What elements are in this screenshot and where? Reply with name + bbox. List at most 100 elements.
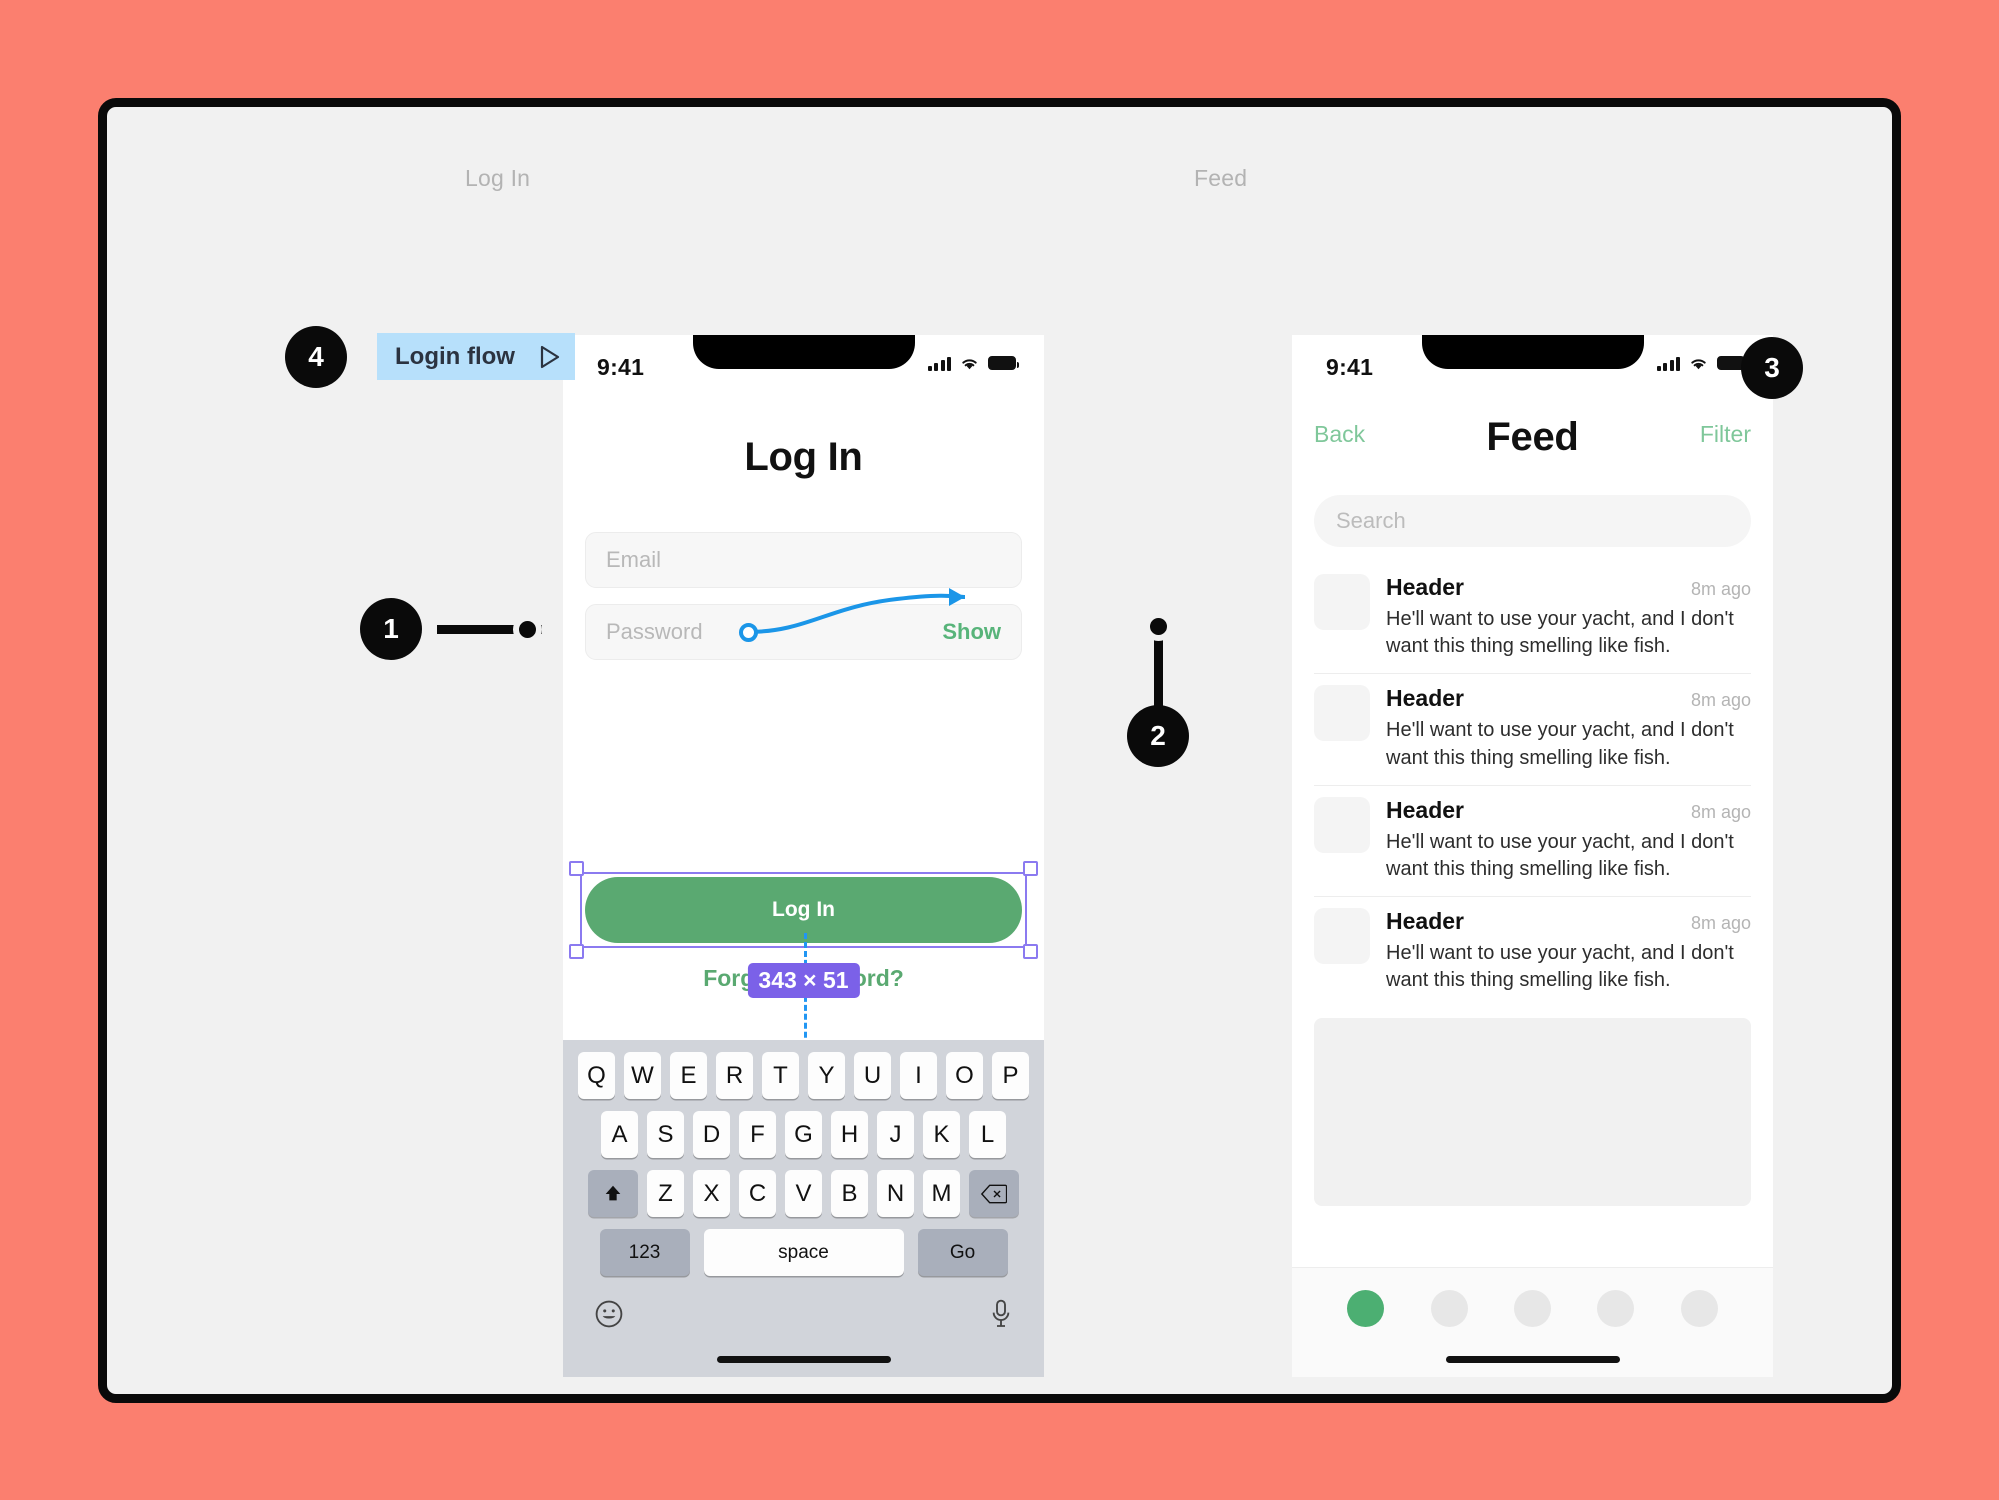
key-b[interactable]: B [831,1170,868,1217]
key-o[interactable]: O [946,1052,983,1099]
email-field-placeholder: Email [606,547,662,572]
on-screen-keyboard[interactable]: QWERTYUIOP ASDFGHJKL ZXCVBNM 123 space G… [563,1040,1044,1377]
key-l[interactable]: L [969,1111,1006,1158]
annotation-badge-4[interactable]: 4 [285,326,347,388]
filter-button[interactable]: Filter [1700,421,1751,448]
key-v[interactable]: V [785,1170,822,1217]
screenshot-root: Log In Feed 9:41 Log In Email Password S… [0,0,1999,1500]
show-password-button[interactable]: Show [942,619,1001,645]
status-bar-login: 9:41 [563,335,1044,397]
annotation-anchor-2 [1144,612,1173,641]
navigation-bar: Back Feed Filter [1292,415,1773,467]
key-n[interactable]: N [877,1170,914,1217]
annotation-badge-1[interactable]: 1 [360,598,422,660]
list-item-thumbnail [1314,796,1370,853]
notch [692,335,915,369]
list-item-header: Header [1386,796,1464,823]
list-item-timestamp: 8m ago [1690,801,1751,822]
feed-list-item[interactable]: Header 8m ago He'll want to use your yacht… [1314,784,1751,896]
list-item-thumbnail [1314,908,1370,965]
key-j[interactable]: J [877,1111,914,1158]
keyboard-row-2: ASDFGHJKL [563,1111,1044,1158]
keyboard-footer [563,1288,1044,1330]
size-badge: 343 × 51 [747,963,860,998]
keyboard-row-3: ZXCVBNM [563,1170,1044,1217]
annotation-anchor-1 [513,615,542,644]
annotation-badge-2[interactable]: 2 [1127,705,1189,767]
tab-dot-4[interactable] [1597,1290,1635,1327]
list-item-body: Header 8m ago He'll want to use your yacht… [1386,908,1751,994]
feed-list-item[interactable]: Header 8m ago He'll want to use your yacht… [1314,673,1751,784]
search-placeholder: Search [1336,508,1406,533]
content-placeholder-block [1314,1017,1751,1206]
tab-dot-1[interactable] [1347,1290,1385,1327]
battery-icon [988,356,1019,370]
key-x[interactable]: X [693,1170,730,1217]
frame-label-feed[interactable]: Feed [1194,165,1247,192]
key-q[interactable]: Q [578,1052,615,1099]
go-key[interactable]: Go [917,1229,1008,1276]
password-field[interactable]: Password Show [585,604,1022,660]
page-title: Log In [744,435,863,479]
back-button[interactable]: Back [1314,421,1365,448]
key-s[interactable]: S [647,1111,684,1158]
play-triangle-icon[interactable] [537,344,561,370]
key-i[interactable]: I [900,1052,937,1099]
key-e[interactable]: E [670,1052,707,1099]
key-u[interactable]: U [854,1052,891,1099]
backspace-key[interactable] [969,1170,1019,1217]
tab-dot-3[interactable] [1513,1290,1551,1327]
numbers-key[interactable]: 123 [599,1229,690,1276]
list-item-timestamp: 8m ago [1690,579,1751,599]
list-item-body: Header 8m ago He'll want to use your yacht… [1386,685,1751,771]
key-c[interactable]: C [739,1170,776,1217]
key-w[interactable]: W [624,1052,661,1099]
tab-bar[interactable] [1292,1267,1773,1377]
space-key[interactable]: space [703,1229,904,1276]
key-r[interactable]: R [716,1052,753,1099]
resize-handle-top-right[interactable] [1023,861,1038,876]
shift-key[interactable] [588,1170,638,1217]
resize-handle-bottom-left[interactable] [569,944,584,959]
list-item-top-row: Header 8m ago [1386,685,1751,712]
key-f[interactable]: F [739,1111,776,1158]
frame-label-login[interactable]: Log In [465,165,530,192]
list-item-header: Header [1386,908,1464,935]
feed-list-item[interactable]: Header 8m ago He'll want to use your yacht… [1314,563,1751,673]
key-k[interactable]: K [923,1111,960,1158]
connector-start-handle[interactable] [739,623,758,642]
resize-handle-bottom-right[interactable] [1023,944,1038,959]
key-d[interactable]: D [693,1111,730,1158]
tab-dot-2[interactable] [1430,1290,1468,1327]
annotation-badge-3[interactable]: 3 [1741,337,1803,399]
list-item-text: He'll want to use your yacht, and I don'… [1386,942,1734,992]
list-item-body: Header 8m ago He'll want to use your yacht… [1386,797,1751,883]
key-t[interactable]: T [762,1052,799,1099]
flow-chip[interactable]: Login flow [377,333,575,380]
key-y[interactable]: Y [808,1052,845,1099]
status-icons [927,355,1019,371]
key-a[interactable]: A [601,1111,638,1158]
search-input[interactable]: Search [1314,495,1751,547]
email-field[interactable]: Email [585,532,1022,588]
list-item-header: Header [1386,685,1464,712]
key-p[interactable]: P [992,1052,1029,1099]
status-time: 9:41 [597,354,645,380]
wifi-icon [1691,359,1706,370]
key-g[interactable]: G [785,1111,822,1158]
key-h[interactable]: H [831,1111,868,1158]
resize-handle-top-left[interactable] [569,861,584,876]
key-m[interactable]: M [923,1170,960,1217]
status-time-feed: 9:41 [1326,354,1374,380]
microphone-icon[interactable] [988,1298,1014,1330]
list-item-top-row: Header 8m ago [1386,574,1751,601]
tab-dot-5[interactable] [1680,1290,1718,1327]
emoji-icon[interactable] [593,1298,625,1330]
key-z[interactable]: Z [647,1170,684,1217]
home-indicator [716,1356,891,1363]
design-canvas: Log In Feed 9:41 Log In Email Password S… [98,98,1901,1403]
feed-list: Header 8m ago He'll want to use your yacht… [1292,563,1773,1008]
feed-list-item[interactable]: Header 8m ago He'll want to use your yacht… [1314,896,1751,1007]
phone-frame-feed: 9:41 Back Feed Filter Search Header 8m a… [1292,335,1773,1377]
list-item-text: He'll want to use your yacht, and I don'… [1386,719,1734,769]
